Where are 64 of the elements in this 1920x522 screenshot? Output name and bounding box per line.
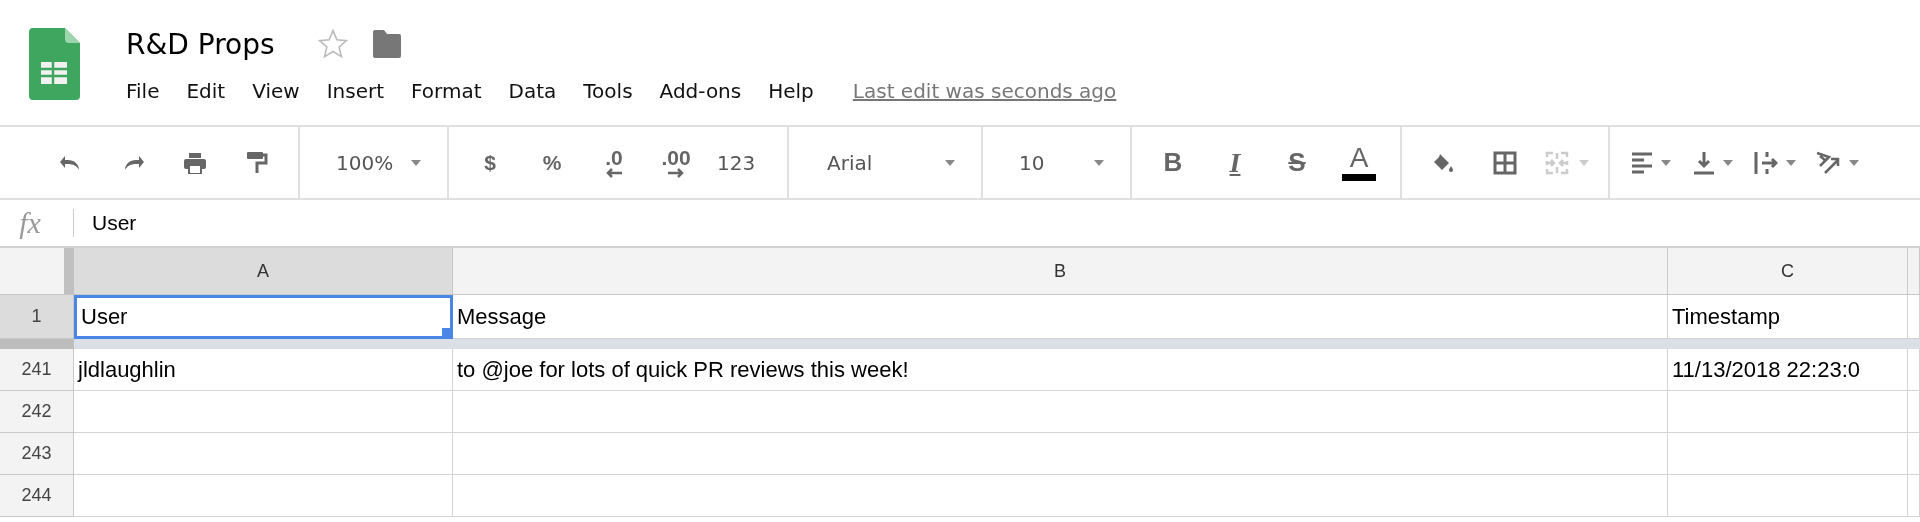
menu-item[interactable]: Format — [411, 79, 482, 103]
dropdown-caret-icon — [1579, 159, 1589, 166]
menu-item[interactable]: Edit — [186, 79, 226, 103]
text-color-button[interactable]: A — [1334, 142, 1384, 183]
text-wrap-icon — [1754, 150, 1778, 175]
folder-icon[interactable] — [370, 30, 403, 58]
row-header[interactable]: 244 — [0, 475, 74, 517]
arrow-icon — [606, 168, 622, 178]
menu-item[interactable]: Help — [768, 79, 814, 103]
format-button[interactable]: $ — [465, 142, 515, 183]
formula-field[interactable]: User — [92, 211, 137, 235]
fill-handle[interactable] — [442, 328, 450, 336]
column-header[interactable]: C — [1668, 248, 1908, 295]
menu-item[interactable]: Insert — [326, 79, 385, 103]
dropdown-caret-icon — [411, 159, 421, 166]
number-format-dropdown[interactable]: 123 — [713, 142, 771, 183]
star-icon[interactable] — [316, 28, 349, 60]
row-header[interactable]: 243 — [0, 433, 74, 475]
menu-item[interactable]: Data — [508, 79, 557, 103]
menu-item[interactable]: Add-ons — [659, 79, 742, 103]
font-dropdown[interactable]: Arial — [805, 142, 965, 183]
dropdown-caret-icon — [1661, 159, 1671, 166]
decimal-button[interactable]: .00 — [651, 142, 701, 183]
row-header[interactable]: 1 — [0, 295, 74, 339]
decimal-button[interactable]: .0 — [589, 142, 639, 183]
column-header[interactable]: A — [74, 248, 453, 295]
merge-cells-icon — [1545, 150, 1571, 175]
arrow-icon — [668, 168, 684, 178]
table-cell — [1908, 391, 1920, 433]
dropdown-caret-icon — [945, 159, 955, 166]
menu-item[interactable]: View — [252, 79, 300, 103]
strikethrough-button[interactable]: S — [1272, 142, 1322, 183]
table-cell — [1908, 433, 1920, 475]
freeze-handle[interactable] — [0, 339, 74, 349]
italic-button[interactable]: I — [1210, 142, 1260, 183]
dropdown-caret-icon — [1849, 159, 1859, 166]
text-rotation-icon — [1815, 150, 1841, 175]
align-bottom-icon — [1693, 150, 1715, 175]
column-header[interactable]: B — [453, 248, 1668, 295]
dropdown-button[interactable]: 10 — [999, 142, 1114, 183]
bold-button[interactable]: B — [1148, 142, 1198, 183]
table-cell: 11/13/2018 22:23:0 — [1668, 349, 1908, 391]
table-cell: to @joe for lots of quick PR reviews this week! — [453, 349, 1668, 391]
dropdown-caret-icon — [1094, 159, 1104, 166]
document-title: R&D Props — [126, 27, 275, 61]
menu-item[interactable]: Tools — [583, 79, 633, 103]
dropdown-caret-icon — [1723, 159, 1733, 166]
paint-roller-icon — [246, 150, 268, 175]
menu-item[interactable]: File — [126, 79, 160, 103]
align-left-icon — [1631, 150, 1653, 175]
table-cell — [1908, 475, 1920, 517]
last-edit-link[interactable]: Last edit was seconds ago — [852, 79, 1117, 103]
table-cell: User — [74, 295, 453, 339]
table-cell: jldlaughlin — [74, 349, 453, 391]
fx-label: fx — [18, 206, 42, 240]
sheets-logo-icon — [28, 28, 80, 100]
row-header[interactable]: 241 — [0, 349, 74, 391]
printer-icon — [183, 151, 207, 174]
format-button[interactable]: % — [527, 142, 577, 183]
row-header[interactable]: 242 — [0, 391, 74, 433]
dropdown-button[interactable]: 100% — [316, 142, 431, 183]
borders-icon — [1493, 150, 1517, 175]
dropdown-caret-icon — [1786, 159, 1796, 166]
table-cell — [1908, 349, 1920, 391]
